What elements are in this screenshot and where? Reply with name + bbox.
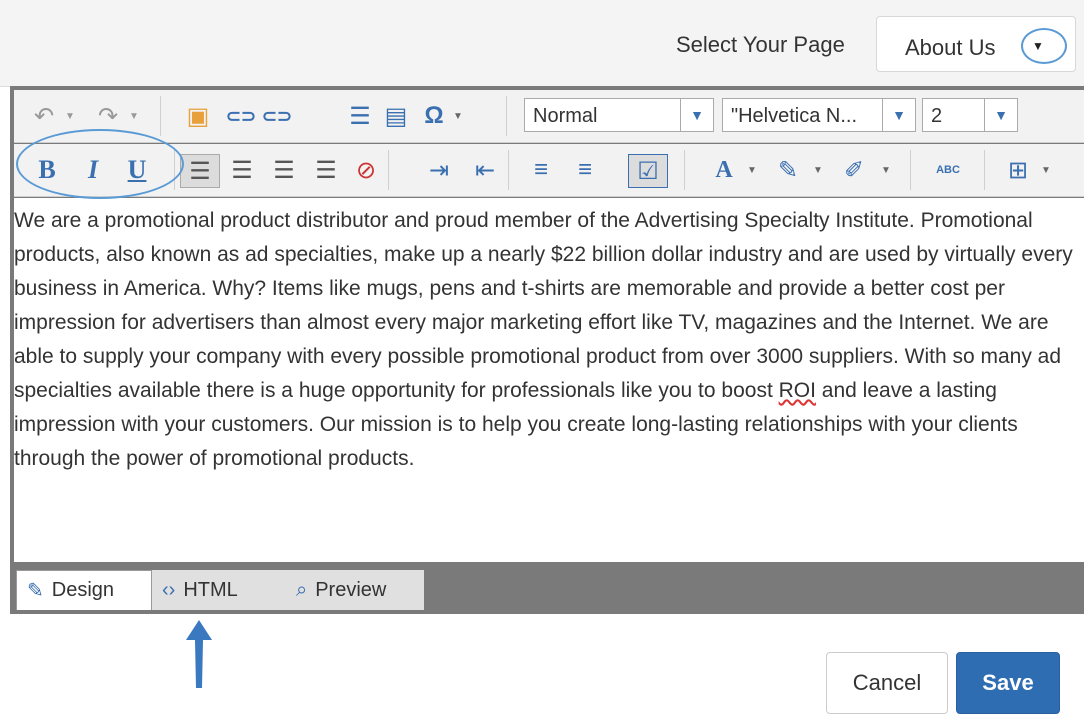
save-button[interactable]: Save xyxy=(956,652,1060,714)
toolbar-separator xyxy=(910,150,911,190)
symbol-dropdown-icon[interactable]: ▼ xyxy=(450,100,466,132)
bulleted-list-icon[interactable]: ≡ xyxy=(568,154,602,186)
align-left-icon[interactable]: ☰ xyxy=(180,154,220,188)
toolbar-separator xyxy=(508,150,509,190)
annotation-arrow-icon xyxy=(186,620,212,688)
font-size-dropdown[interactable]: 2 ▼ xyxy=(922,98,1018,132)
magnifier-icon: ⌕ xyxy=(296,578,308,601)
indent-icon[interactable]: ⇥ xyxy=(422,154,456,186)
remove-alignment-icon[interactable]: ⊘ xyxy=(350,154,382,186)
toolbar-row-1: ↶ ▼ ↷ ▼ ▣ ⊂⊃ ⊂⊃ ☰ ▤ Ω ▼ Normal ▼ "Helvet… xyxy=(14,90,1084,143)
select-page-label: Select Your Page xyxy=(676,32,845,57)
chevron-down-icon[interactable]: ▼ xyxy=(984,99,1017,131)
redo-icon[interactable]: ↷ xyxy=(90,100,126,132)
highlight-color-icon[interactable]: ✎ xyxy=(772,154,804,186)
tab-label: Design xyxy=(51,579,115,601)
image-manager-icon[interactable]: ▣ xyxy=(178,100,218,132)
align-right-icon[interactable]: ☰ xyxy=(268,154,300,186)
paragraph-style-dropdown[interactable]: Normal ▼ xyxy=(524,98,714,132)
link-icon[interactable]: ⊂⊃ xyxy=(224,100,258,132)
content-paragraph: We are a promotional product distributor… xyxy=(14,198,1084,476)
page-select[interactable]: About Us ▼ xyxy=(876,16,1076,72)
toolbar-separator xyxy=(984,150,985,190)
annotation-circle xyxy=(16,129,184,199)
toolbar-separator xyxy=(388,150,389,190)
table-dropdown-icon[interactable]: ▼ xyxy=(1038,154,1054,186)
font-color-dropdown-icon[interactable]: ▼ xyxy=(744,154,760,186)
tab-html[interactable]: ‹› HTML xyxy=(152,570,286,610)
checkbox-icon[interactable]: ☑ xyxy=(628,154,668,188)
code-icon: ‹› xyxy=(162,578,176,601)
editor-content-area[interactable]: We are a promotional product distributor… xyxy=(14,198,1084,562)
symbol-icon[interactable]: Ω xyxy=(418,100,450,132)
redo-dropdown-icon[interactable]: ▼ xyxy=(126,100,142,132)
font-color-icon[interactable]: A xyxy=(704,154,744,186)
page-select-value: About Us xyxy=(905,35,996,60)
toolbar-separator xyxy=(684,150,685,190)
table-icon[interactable]: ⊞ xyxy=(1000,154,1036,186)
editor-mode-tabs: ✎ Design ‹› HTML ⌕ Preview xyxy=(14,564,1084,612)
numbered-list-icon[interactable]: ≡ xyxy=(524,154,558,186)
content-roi-word: ROI xyxy=(778,379,816,402)
tab-label: Preview xyxy=(315,578,387,601)
annotation-circle xyxy=(1021,28,1067,64)
tab-design[interactable]: ✎ Design xyxy=(16,570,152,610)
pencil-icon: ✎ xyxy=(27,580,44,602)
font-size-value: 2 xyxy=(931,105,943,127)
undo-icon[interactable]: ↶ xyxy=(26,100,62,132)
page-header: Select Your Page About Us ▼ xyxy=(0,0,1084,87)
format-painter-dropdown-icon[interactable]: ▼ xyxy=(878,154,894,186)
toolbar-separator xyxy=(506,96,507,136)
undo-dropdown-icon[interactable]: ▼ xyxy=(62,100,78,132)
paragraph-icon[interactable]: ☰ xyxy=(344,100,376,132)
align-justify-icon[interactable]: ☰ xyxy=(310,154,342,186)
tab-label: HTML xyxy=(183,578,238,601)
template-icon[interactable]: ▤ xyxy=(380,100,412,132)
format-painter-icon[interactable]: ✐ xyxy=(834,154,874,186)
unlink-icon[interactable]: ⊂⊃ xyxy=(260,100,294,132)
chevron-down-icon[interactable]: ▼ xyxy=(680,99,713,131)
font-family-value: "Helvetica N... xyxy=(731,105,858,127)
rich-text-editor: ↶ ▼ ↷ ▼ ▣ ⊂⊃ ⊂⊃ ☰ ▤ Ω ▼ Normal ▼ "Helvet… xyxy=(10,86,1084,614)
highlight-dropdown-icon[interactable]: ▼ xyxy=(810,154,826,186)
paragraph-style-value: Normal xyxy=(533,105,598,127)
align-center-icon[interactable]: ☰ xyxy=(226,154,258,186)
font-family-dropdown[interactable]: "Helvetica N... ▼ xyxy=(722,98,916,132)
tab-preview[interactable]: ⌕ Preview xyxy=(286,570,424,610)
spellcheck-icon[interactable]: ABC xyxy=(928,154,968,186)
content-text-start: We are a promotional product distributor… xyxy=(14,209,1073,402)
cancel-button[interactable]: Cancel xyxy=(826,652,948,714)
toolbar-separator xyxy=(160,96,161,136)
chevron-down-icon[interactable]: ▼ xyxy=(882,99,915,131)
outdent-icon[interactable]: ⇤ xyxy=(468,154,502,186)
